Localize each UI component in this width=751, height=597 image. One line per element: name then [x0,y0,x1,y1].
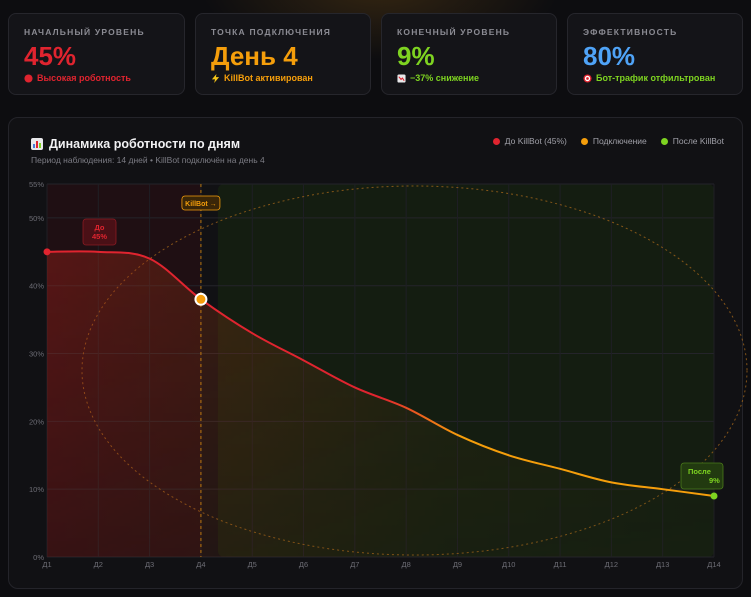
after-badge-text: 9% [709,476,720,485]
x-tick-label: Д2 [94,560,103,569]
x-tick-label: Д7 [350,560,359,569]
y-tick-label: 40% [29,282,44,291]
y-tick-label: 55% [29,180,44,189]
before-badge-text: До [94,223,104,232]
data-point-end [710,492,718,500]
data-point-connection [194,292,208,306]
x-tick-label: Д3 [145,560,154,569]
x-tick-label: Д4 [196,560,205,569]
before-badge-text: 45% [92,232,107,241]
x-tick-label: Д12 [605,560,618,569]
x-tick-label: Д6 [299,560,308,569]
killbot-marker-label: KillBot → [185,201,217,208]
y-tick-label: 10% [29,485,44,494]
x-tick-label: Д10 [502,560,515,569]
robotness-line-chart: 0%10%20%30%40%50%55%Д1 Д2 Д3 Д4 Д5 Д6 Д7 Д8 Д9 Д1… [29,180,748,569]
x-tick-label: Д8 [402,560,411,569]
y-tick-label: 30% [29,350,44,359]
x-tick-label: Д1 [42,560,51,569]
data-point-start [43,248,51,256]
y-tick-label: 20% [29,417,44,426]
x-tick-label: Д14 [707,560,720,569]
x-tick-label: Д13 [656,560,669,569]
y-tick-label: 50% [29,214,44,223]
x-tick-label: Д5 [248,560,257,569]
x-tick-label: Д11 [554,560,567,569]
after-badge-text: После [688,467,711,476]
x-tick-label: Д9 [453,560,462,569]
